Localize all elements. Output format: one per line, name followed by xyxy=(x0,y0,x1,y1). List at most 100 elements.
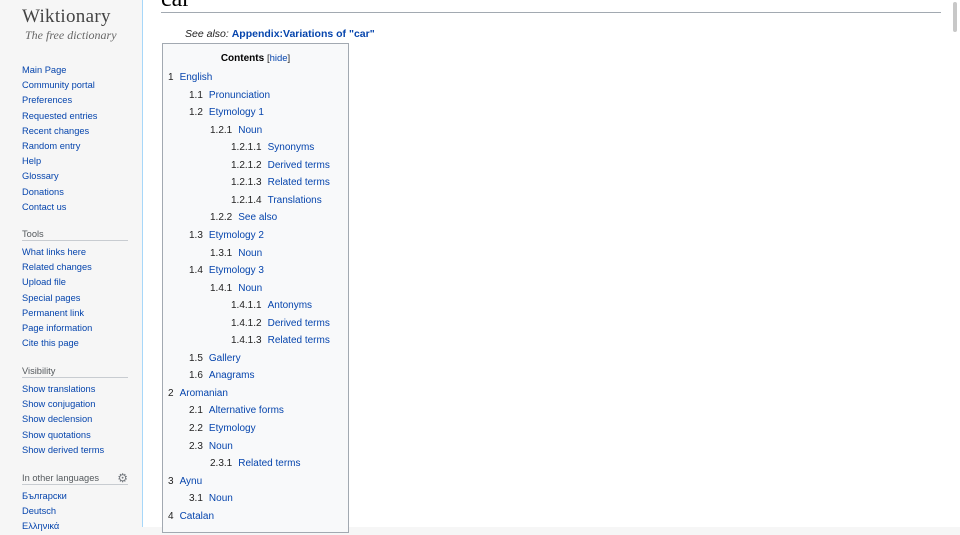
nav-help[interactable]: Help xyxy=(22,154,128,169)
toc-item-link[interactable]: Catalan xyxy=(180,511,214,522)
toc-item-link[interactable]: Etymology xyxy=(209,423,256,434)
nav-community-portal[interactable]: Community portal xyxy=(22,78,128,93)
toc-item[interactable]: 1.4.1.2 Derived terms xyxy=(231,318,330,330)
nav-contact-us[interactable]: Contact us xyxy=(22,200,128,215)
toc-item[interactable]: 3 Aynu xyxy=(168,476,202,488)
toc-item-number: 1.3.1 xyxy=(210,247,233,259)
toc-item-number: 1.4.1.1 xyxy=(231,300,262,312)
toc-item[interactable]: 1.4 Etymology 3 xyxy=(189,265,264,277)
toc-item-link[interactable]: Anagrams xyxy=(209,370,255,381)
toc-item-link[interactable]: Pronunciation xyxy=(209,90,270,101)
show-quotations-link[interactable]: Show quotations xyxy=(22,428,128,443)
gear-icon[interactable]: ⚙ xyxy=(117,471,128,485)
toc-item[interactable]: 2.3 Noun xyxy=(189,441,233,453)
site-logo[interactable]: Wiktionary The free dictionary xyxy=(22,6,132,42)
toc-item[interactable]: 1.3.1 Noun xyxy=(210,248,262,260)
toc-item-link[interactable]: Noun xyxy=(238,125,262,136)
toc-item-link[interactable]: Related terms xyxy=(268,335,330,346)
nav-preferences[interactable]: Preferences xyxy=(22,93,128,108)
tools-cite-this-page[interactable]: Cite this page xyxy=(22,336,128,351)
nav-glossary[interactable]: Glossary xyxy=(22,169,128,184)
toc-item[interactable]: 1.4.1 Noun xyxy=(210,283,262,295)
toc-header: Contents [hide] xyxy=(163,52,348,66)
toc-item[interactable]: 1.1 Pronunciation xyxy=(189,90,270,102)
toc-item[interactable]: 1.4.1.3 Related terms xyxy=(231,335,330,347)
table-of-contents: Contents [hide] 1 English 1.1 Pronunciation… xyxy=(162,43,349,533)
toc-item[interactable]: 1.3 Etymology 2 xyxy=(189,230,264,242)
toc-item[interactable]: 1.2.2 See also xyxy=(210,212,277,224)
toc-item-link[interactable]: Noun xyxy=(238,248,262,259)
toc-item[interactable]: 1.2.1.1 Synonyms xyxy=(231,142,314,154)
toc-item[interactable]: 1 English xyxy=(168,72,212,84)
toc-item[interactable]: 1.2.1.2 Derived terms xyxy=(231,160,330,172)
see-also-prefix: See also: xyxy=(185,28,229,40)
toc-hide-toggle[interactable]: [hide] xyxy=(267,53,290,64)
toc-item-link[interactable]: Translations xyxy=(268,195,322,206)
toc-item-link[interactable]: Alternative forms xyxy=(209,405,284,416)
toc-item-link[interactable]: Noun xyxy=(209,441,233,452)
tools-what-links-here[interactable]: What links here xyxy=(22,245,128,260)
toc-item-number: 1.4 xyxy=(189,265,203,277)
language-link-de[interactable]: Deutsch xyxy=(22,504,128,519)
toc-item-number: 2.3.1 xyxy=(210,458,233,470)
nav-recent-changes[interactable]: Recent changes xyxy=(22,124,128,139)
tools-upload-file[interactable]: Upload file xyxy=(22,275,128,290)
toc-item[interactable]: 1.2 Etymology 1 xyxy=(189,107,264,119)
toc-item-link[interactable]: Related terms xyxy=(268,177,330,188)
toc-item[interactable]: 2 Aromanian xyxy=(168,388,228,400)
see-also-hatnote: See also: Appendix:Variations of "car" xyxy=(185,28,375,40)
toc-item-number: 1.4.1 xyxy=(210,282,233,294)
toc-item[interactable]: 2.1 Alternative forms xyxy=(189,405,284,417)
toc-item-link[interactable]: Synonyms xyxy=(268,142,315,153)
toc-item[interactable]: 3.1 Noun xyxy=(189,493,233,505)
toc-item-link[interactable]: Gallery xyxy=(209,353,241,364)
tools-special-pages[interactable]: Special pages xyxy=(22,291,128,306)
toc-item-number: 1.2.1.4 xyxy=(231,194,262,206)
toc-item-link[interactable]: Aynu xyxy=(180,476,203,487)
toc-item-link[interactable]: Noun xyxy=(209,493,233,504)
show-translations-link[interactable]: Show translations xyxy=(22,382,128,397)
scrollbar-thumb[interactable] xyxy=(953,2,957,32)
toc-item-link[interactable]: Derived terms xyxy=(268,318,330,329)
tools-permanent-link[interactable]: Permanent link xyxy=(22,306,128,321)
toc-item-link[interactable]: Derived terms xyxy=(268,160,330,171)
nav-donations[interactable]: Donations xyxy=(22,185,128,200)
sidebar: Wiktionary The free dictionary Main Page… xyxy=(0,0,142,531)
toc-item[interactable]: 1.2.1.3 Related terms xyxy=(231,177,330,189)
show-declension-link[interactable]: Show declension xyxy=(22,412,128,427)
toc-item-link[interactable]: English xyxy=(180,72,213,83)
toc-item[interactable]: 2.3.1 Related terms xyxy=(210,458,301,470)
show-derived-terms-link[interactable]: Show derived terms xyxy=(22,443,128,458)
tools-related-changes[interactable]: Related changes xyxy=(22,260,128,275)
toc-item-link[interactable]: Antonyms xyxy=(268,300,312,311)
toc-item-link[interactable]: Aromanian xyxy=(180,388,228,399)
toc-item-link[interactable]: Etymology 2 xyxy=(209,230,264,241)
language-link-bg[interactable]: Български xyxy=(22,489,128,504)
show-conjugation-link[interactable]: Show conjugation xyxy=(22,397,128,412)
toc-hide-link[interactable]: hide xyxy=(270,53,288,64)
toc-item[interactable]: 1.4.1.1 Antonyms xyxy=(231,300,312,312)
toc-item[interactable]: 2.2 Etymology xyxy=(189,423,256,435)
toc-item[interactable]: 1.2.1.4 Translations xyxy=(231,195,322,207)
toc-item-number: 2 xyxy=(168,387,174,399)
toc-item-link[interactable]: Related terms xyxy=(238,458,300,469)
toc-item[interactable]: 1.6 Anagrams xyxy=(189,370,254,382)
toc-item[interactable]: 1.2.1 Noun xyxy=(210,125,262,137)
see-also-link[interactable]: Appendix:Variations of "car" xyxy=(232,28,375,40)
nav-random-entry[interactable]: Random entry xyxy=(22,139,128,154)
languages-portal: In other languages ⚙ Български Deutsch Ε… xyxy=(22,471,128,535)
toc-item-number: 1.4.1.2 xyxy=(231,317,262,329)
toc-item-link[interactable]: Etymology 1 xyxy=(209,107,264,118)
toc-item-number: 1.2.1.1 xyxy=(231,142,262,154)
toc-item-link[interactable]: Noun xyxy=(238,283,262,294)
visibility-heading: Visibility xyxy=(22,364,128,378)
toc-title: Contents xyxy=(220,53,265,64)
tools-page-information[interactable]: Page information xyxy=(22,321,128,336)
nav-requested-entries[interactable]: Requested entries xyxy=(22,109,128,124)
toc-item-link[interactable]: Etymology 3 xyxy=(209,265,264,276)
toc-item[interactable]: 4 Catalan xyxy=(168,511,214,523)
page-title: car xyxy=(161,0,190,12)
nav-main-page[interactable]: Main Page xyxy=(22,63,128,78)
toc-item-link[interactable]: See also xyxy=(238,212,277,223)
toc-item[interactable]: 1.5 Gallery xyxy=(189,353,241,365)
